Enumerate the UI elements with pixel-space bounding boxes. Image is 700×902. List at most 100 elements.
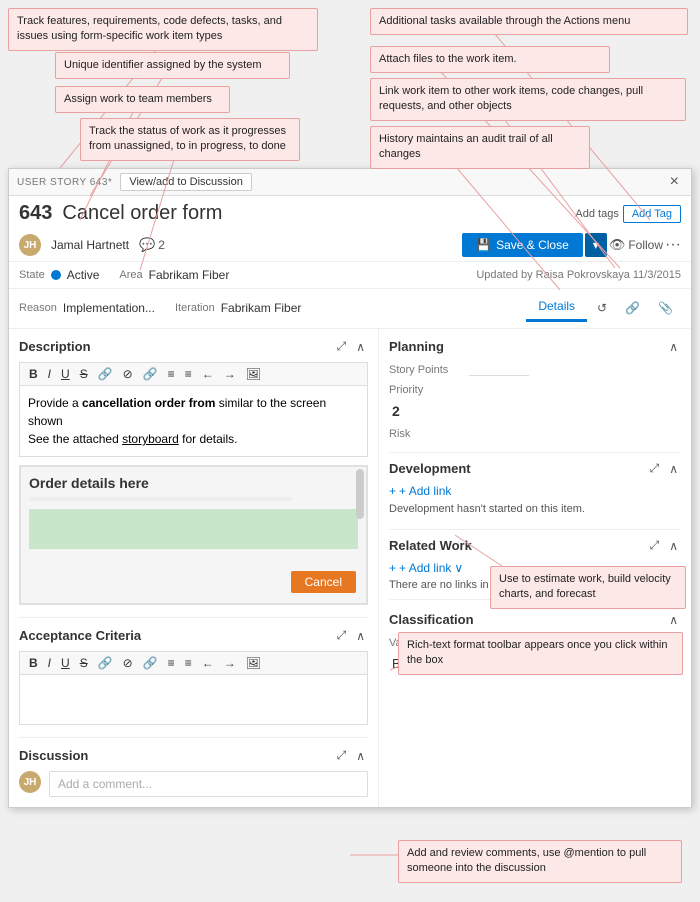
- work-item-id: 643: [19, 202, 52, 225]
- callout-attach-files: Attach files to the work item.: [370, 46, 610, 73]
- ac-link2-button[interactable]: 🔗: [139, 655, 162, 671]
- description-collapse-button[interactable]: ∧: [353, 339, 368, 354]
- link2-button[interactable]: 🔗: [139, 366, 162, 382]
- classification-header: Classification ∧: [389, 612, 681, 627]
- ac-ol-button[interactable]: ≡: [164, 655, 179, 671]
- action-row: JH Jamal Hartnett 💬 2 💾 Save & Close ▾ 👁…: [9, 229, 691, 262]
- preview-inner: Order details here: [21, 467, 366, 563]
- ol-button[interactable]: ≡: [164, 366, 179, 382]
- planning-collapse-button[interactable]: ∧: [666, 340, 681, 354]
- related-add-link-icon: +: [389, 561, 396, 575]
- planning-section: Planning ∧ Story Points Priority 2 Risk: [389, 339, 681, 440]
- tab-attachments[interactable]: 📎: [650, 295, 681, 321]
- add-tag-button[interactable]: Add Tag: [623, 205, 681, 223]
- preview-title: Order details here: [29, 475, 358, 491]
- italic-button[interactable]: I: [44, 366, 55, 382]
- priority-value-row: 2: [389, 402, 681, 420]
- add-tags-label: Add tags: [575, 208, 618, 220]
- discussion-expand-button[interactable]: ⤢: [334, 748, 350, 763]
- image-link-button[interactable]: ⊘: [119, 366, 137, 382]
- comment-placeholder: Add a comment...: [58, 777, 152, 791]
- tooltip-rich-text-toolbar: Rich-text format toolbar appears once yo…: [398, 632, 683, 675]
- bold-button[interactable]: B: [25, 366, 42, 382]
- acceptance-expand-button[interactable]: ⤢: [334, 628, 350, 643]
- acceptance-actions: ⤢ ∧: [334, 628, 368, 643]
- comment-input-row: JH Add a comment...: [19, 771, 368, 797]
- preview-green-area: [29, 509, 358, 549]
- risk-label: Risk: [389, 426, 469, 440]
- callout-history: History maintains an audit trail of all …: [370, 126, 590, 169]
- reason-field: Reason Implementation...: [19, 301, 155, 315]
- ac-outdent-button[interactable]: ←: [198, 655, 218, 671]
- work-item-header-bar: USER STORY 643* View/add to Discussion ×: [9, 169, 691, 196]
- risk-field: Risk: [389, 426, 681, 440]
- reason-value: Implementation...: [63, 301, 155, 315]
- tab-details[interactable]: Details: [526, 293, 587, 322]
- ac-image-link-button[interactable]: ⊘: [119, 655, 137, 671]
- description-content[interactable]: Provide a cancellation order from simila…: [19, 386, 368, 457]
- link-button[interactable]: 🔗: [94, 366, 117, 382]
- tab-links[interactable]: 🔗: [617, 295, 648, 321]
- discussion-collapse-button[interactable]: ∧: [353, 748, 368, 763]
- development-actions: ⤢ ∧: [647, 461, 681, 476]
- callout-workitem-types: Track features, requirements, code defec…: [8, 8, 318, 51]
- description-text-line2: See the attached storyboard for details.: [28, 432, 237, 446]
- indent-button[interactable]: →: [220, 366, 240, 382]
- acceptance-collapse-button[interactable]: ∧: [353, 628, 368, 643]
- planning-title: Planning: [389, 339, 444, 354]
- comment-input-box[interactable]: Add a comment...: [49, 771, 368, 797]
- work-item-type-label: USER STORY 643*: [17, 177, 112, 188]
- preview-cancel-button[interactable]: Cancel: [291, 571, 356, 593]
- ul-button[interactable]: ≡: [181, 366, 196, 382]
- fields-row-2: Reason Implementation... Iteration Fabri…: [9, 289, 691, 329]
- related-work-title: Related Work: [389, 538, 472, 553]
- description-actions: ⤢ ∧: [334, 339, 368, 354]
- divider-1: [389, 452, 681, 453]
- iteration-label: Iteration: [175, 302, 215, 314]
- area-label: Area: [119, 269, 142, 281]
- outdent-button[interactable]: ←: [198, 366, 218, 382]
- related-work-expand-button[interactable]: ⤢: [647, 538, 663, 553]
- comment-icon: 💬: [139, 237, 155, 253]
- tabs-row: Details ↺ 🔗 📎: [526, 293, 681, 322]
- close-button[interactable]: ×: [666, 173, 683, 191]
- state-value: Active: [67, 268, 100, 282]
- strikethrough-button[interactable]: S: [76, 366, 92, 382]
- classification-collapse-button[interactable]: ∧: [666, 613, 681, 627]
- work-item-preview: Order details here Cancel: [19, 465, 368, 605]
- development-collapse-button[interactable]: ∧: [666, 461, 681, 476]
- ac-ul-button[interactable]: ≡: [181, 655, 196, 671]
- acceptance-toolbar: B I U S 🔗 ⊘ 🔗 ≡ ≡ ← → 🖼: [19, 651, 368, 675]
- ac-bold-button[interactable]: B: [25, 655, 42, 671]
- preview-scrollbar[interactable]: [356, 469, 364, 519]
- discussion-actions: ⤢ ∧: [334, 748, 368, 763]
- story-points-value: [469, 362, 529, 376]
- comment-count: 2: [158, 238, 165, 252]
- attach-icon: 📎: [658, 301, 673, 315]
- ac-image-button[interactable]: 🖼: [242, 655, 265, 671]
- ac-indent-button[interactable]: →: [220, 655, 240, 671]
- description-expand-button[interactable]: ⤢: [334, 339, 350, 354]
- development-expand-button[interactable]: ⤢: [647, 461, 663, 476]
- ac-strikethrough-button[interactable]: S: [76, 655, 92, 671]
- description-header: Description ⤢ ∧: [19, 339, 368, 354]
- follow-button[interactable]: 👁 Follow: [609, 237, 663, 253]
- description-title: Description: [19, 339, 91, 354]
- underline-button[interactable]: U: [57, 366, 74, 382]
- acceptance-content[interactable]: [19, 675, 368, 725]
- save-dropdown-button[interactable]: ▾: [585, 233, 607, 257]
- ac-underline-button[interactable]: U: [57, 655, 74, 671]
- tab-history[interactable]: ↺: [589, 295, 615, 321]
- callout-actions-menu: Additional tasks available through the A…: [370, 8, 688, 35]
- title-row: 643 Cancel order form Add tags Add Tag: [9, 196, 691, 229]
- image-button[interactable]: 🖼: [242, 366, 265, 382]
- preview-divider: [29, 497, 292, 501]
- related-work-collapse-button[interactable]: ∧: [666, 538, 681, 553]
- more-options-button[interactable]: ···: [665, 236, 681, 254]
- description-section: Description ⤢ ∧ B I U S 🔗 ⊘ 🔗 ≡ ≡: [19, 339, 368, 605]
- save-close-button[interactable]: 💾 Save & Close: [462, 233, 583, 257]
- ac-italic-button[interactable]: I: [44, 655, 55, 671]
- dev-add-link[interactable]: + + Add link: [389, 484, 681, 498]
- ac-link-button[interactable]: 🔗: [94, 655, 117, 671]
- view-add-discussion-button[interactable]: View/add to Discussion: [120, 173, 252, 191]
